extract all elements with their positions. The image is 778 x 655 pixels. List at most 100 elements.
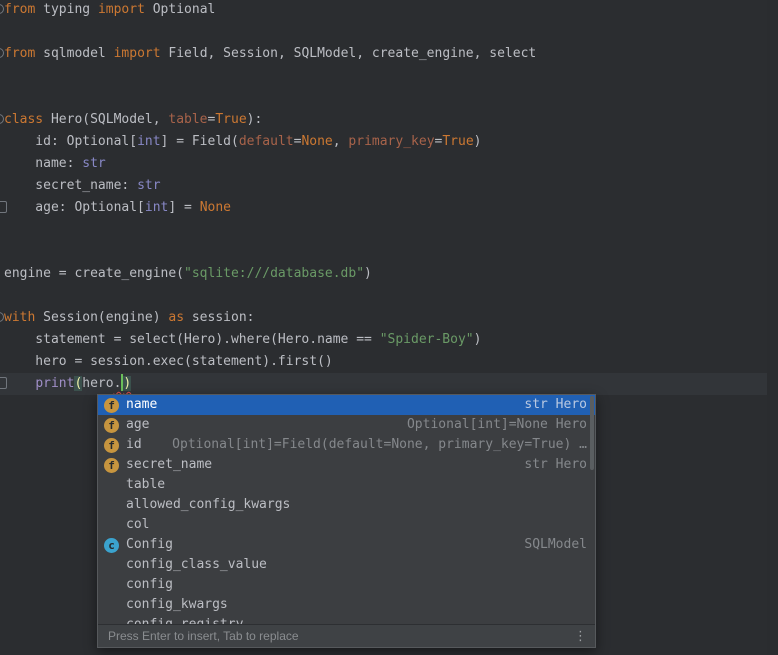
code-line[interactable]: [0, 219, 778, 241]
code-token: None: [200, 200, 231, 215]
gutter-mark-icon[interactable]: [0, 377, 7, 389]
completion-item[interactable]: config_registry: [98, 615, 595, 624]
icon-placeholder: [104, 518, 119, 533]
field-icon: f: [104, 458, 119, 473]
code-line[interactable]: print(hero.): [0, 373, 778, 395]
completion-item-type: Optional[int]=None Hero: [149, 414, 587, 436]
code-editor-window: from typing import Optional from sqlmodel…: [0, 0, 778, 655]
code-token: None: [301, 134, 332, 149]
code-line[interactable]: with Session(engine) as session:: [0, 307, 778, 329]
code-token: int: [145, 200, 168, 215]
completion-item-label: col: [126, 514, 149, 536]
code-token: ): [474, 332, 482, 347]
completion-item[interactable]: config_class_value: [98, 555, 595, 575]
completion-item[interactable]: fageOptional[int]=None Hero: [98, 415, 595, 435]
field-icon: f: [104, 398, 119, 413]
code-line[interactable]: [0, 21, 778, 43]
completion-item[interactable]: col: [98, 515, 595, 535]
code-line[interactable]: name: str: [0, 153, 778, 175]
gutter-mark-icon[interactable]: [0, 201, 7, 213]
code-token: secret_name:: [4, 178, 137, 193]
code-line[interactable]: [0, 241, 778, 263]
code-line[interactable]: [0, 285, 778, 307]
code-token: "sqlite:///database.db": [184, 266, 364, 281]
code-token: True: [442, 134, 473, 149]
code-line[interactable]: class Hero(SQLModel, table=True):: [0, 109, 778, 131]
completion-item[interactable]: allowed_config_kwargs: [98, 495, 595, 515]
completion-item-label: secret_name: [126, 454, 212, 476]
more-options-icon[interactable]: ⋮: [574, 630, 587, 643]
code-line[interactable]: engine = create_engine("sqlite:///databa…: [0, 263, 778, 285]
code-token: ): [474, 134, 482, 149]
code-token: Field, Session, SQLModel, create_engine,…: [161, 46, 537, 61]
code-token: age: Optional[: [4, 200, 145, 215]
code-token: .: [114, 376, 122, 391]
code-line[interactable]: from sqlmodel import Field, Session, SQL…: [0, 43, 778, 65]
code-area[interactable]: from typing import Optional from sqlmodel…: [0, 0, 778, 395]
icon-placeholder: [104, 498, 119, 513]
code-token: str: [82, 156, 105, 171]
code-token: statement = select(Hero).where(Hero.name…: [4, 332, 380, 347]
field-icon: f: [104, 418, 119, 433]
completion-item-label: Config: [126, 534, 173, 556]
completion-popup: fnamestr HerofageOptional[int]=None Hero…: [97, 394, 596, 648]
completion-item[interactable]: c ConfigSQLModel: [98, 535, 595, 555]
completion-item-label: allowed_config_kwargs: [126, 494, 290, 516]
icon-placeholder: [104, 598, 119, 613]
code-token: name:: [4, 156, 82, 171]
code-token: [4, 376, 35, 391]
completion-item-label: table: [126, 474, 165, 496]
completion-item[interactable]: table: [98, 475, 595, 495]
completion-scrollbar-thumb[interactable]: [590, 396, 594, 470]
code-token: class: [4, 112, 43, 127]
code-token: ): [364, 266, 372, 281]
code-line[interactable]: age: Optional[int] = None: [0, 197, 778, 219]
completion-item-label: id: [126, 434, 142, 456]
completion-item-label: age: [126, 414, 149, 436]
field-icon: f: [104, 438, 119, 453]
code-token: print: [35, 376, 74, 391]
code-line[interactable]: [0, 65, 778, 87]
code-token: str: [137, 178, 160, 193]
completion-item-label: config: [126, 574, 173, 596]
code-line[interactable]: id: Optional[int] = Field(default=None, …: [0, 131, 778, 153]
code-token: primary_key: [348, 134, 434, 149]
code-token: hero: [82, 376, 113, 391]
code-token: Optional: [145, 2, 215, 17]
code-line[interactable]: secret_name: str: [0, 175, 778, 197]
completion-item-label: config_registry: [126, 614, 243, 624]
completion-item-type: SQLModel: [173, 534, 587, 556]
class-icon: c: [104, 538, 119, 553]
completion-item[interactable]: config_kwargs: [98, 595, 595, 615]
code-token: engine = create_engine(: [4, 266, 184, 281]
completion-item[interactable]: fidOptional[int]=Field(default=None, pri…: [98, 435, 595, 455]
code-line[interactable]: [0, 87, 778, 109]
code-token: ):: [247, 112, 263, 127]
code-line[interactable]: statement = select(Hero).where(Hero.name…: [0, 329, 778, 351]
completion-item-type: str Hero: [157, 395, 587, 416]
code-line[interactable]: from typing import Optional: [0, 0, 778, 21]
code-token: with: [4, 310, 35, 325]
code-token: from: [4, 2, 35, 17]
code-line[interactable]: hero = session.exec(statement).first(): [0, 351, 778, 373]
code-token: int: [137, 134, 160, 149]
code-token: "Spider-Boy": [380, 332, 474, 347]
code-token: Session(engine): [35, 310, 168, 325]
code-token: ] = Field(: [161, 134, 239, 149]
code-token: ] =: [168, 200, 199, 215]
code-token: from: [4, 46, 35, 61]
code-token: hero = session.exec(statement).first(): [4, 354, 333, 369]
code-token: import: [98, 2, 145, 17]
icon-placeholder: [104, 478, 119, 493]
completion-item[interactable]: config: [98, 575, 595, 595]
icon-placeholder: [104, 578, 119, 593]
icon-placeholder: [104, 558, 119, 573]
completion-footer: Press Enter to insert, Tab to replace ⋮: [98, 624, 595, 647]
completion-item[interactable]: fnamestr Hero: [98, 395, 595, 415]
completion-list: fnamestr HerofageOptional[int]=None Hero…: [98, 395, 595, 624]
code-token: id: Optional[: [4, 134, 137, 149]
code-token: table: [168, 112, 207, 127]
completion-item[interactable]: fsecret_namestr Hero: [98, 455, 595, 475]
editor-scrollbar-track[interactable]: [767, 0, 778, 655]
code-token: ): [123, 376, 131, 391]
